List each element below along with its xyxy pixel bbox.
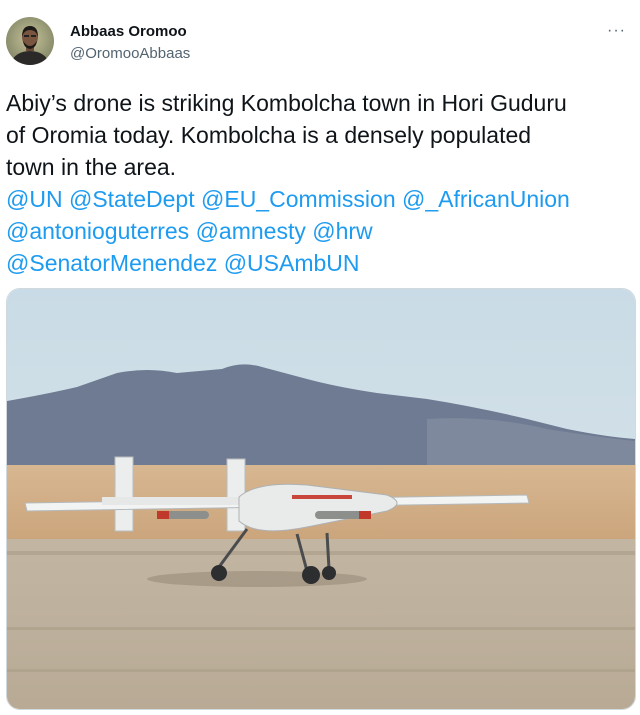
drone-photo bbox=[7, 289, 635, 709]
tweet-text: Abiy’s drone is striking Kombolcha town … bbox=[6, 87, 634, 279]
avatar-image bbox=[12, 26, 48, 65]
mentions-line: @antonioguterres @amnesty @hrw bbox=[6, 215, 634, 247]
mention-link[interactable]: @amnesty bbox=[196, 218, 306, 244]
tweet-text-line: town in the area. bbox=[6, 154, 177, 180]
author-name[interactable]: Abbaas Oromoo bbox=[70, 23, 187, 40]
mention-link[interactable]: @USAmbUN bbox=[224, 250, 360, 276]
mentions-line: @SenatorMenendez @USAmbUN bbox=[6, 247, 634, 279]
mention-link[interactable]: @hrw bbox=[312, 218, 372, 244]
more-horizontal-icon[interactable]: ··· bbox=[607, 22, 626, 40]
mention-link[interactable]: @_AfricanUnion bbox=[402, 186, 570, 212]
tweet-text-line: of Oromia today. Kombolcha is a densely … bbox=[6, 122, 532, 148]
tweet: Abbaas Oromoo @OromooAbbaas ··· Abiy’s d… bbox=[0, 0, 640, 715]
mention-link[interactable]: @SenatorMenendez bbox=[6, 250, 217, 276]
author-handle[interactable]: @OromooAbbaas bbox=[70, 45, 190, 62]
tweet-text-line: Abiy’s drone is striking Kombolcha town … bbox=[6, 90, 567, 116]
mention-link[interactable]: @EU_Commission bbox=[201, 186, 396, 212]
avatar[interactable] bbox=[6, 17, 54, 65]
mentions-line: @UN @StateDept @EU_Commission @_AfricanU… bbox=[6, 183, 634, 215]
mention-link[interactable]: @UN bbox=[6, 186, 63, 212]
tweet-media-photo[interactable] bbox=[6, 288, 636, 710]
mention-link[interactable]: @antonioguterres bbox=[6, 218, 189, 244]
mention-link[interactable]: @StateDept bbox=[69, 186, 195, 212]
